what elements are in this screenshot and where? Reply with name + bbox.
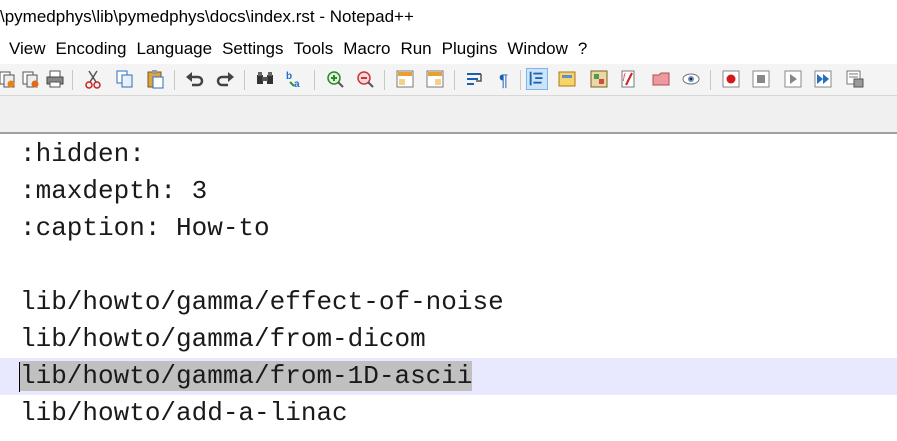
zoom-in-icon[interactable] <box>324 68 346 90</box>
menu-language[interactable]: Language <box>132 34 216 64</box>
sync-vertical-icon[interactable] <box>394 68 416 90</box>
window-title: \pymedphys\lib\pymedphys\docs\index.rst … <box>0 7 414 26</box>
menu-settings[interactable]: Settings <box>218 34 287 64</box>
monitoring-icon[interactable] <box>680 68 702 90</box>
editor-line[interactable]: lib/howto/gamma/effect-of-noise <box>0 284 897 321</box>
show-all-chars-icon[interactable]: ¶ <box>494 68 516 90</box>
svg-text:a: a <box>294 79 300 90</box>
sync-horizontal-icon[interactable] <box>424 68 446 90</box>
menu-bar: View Encoding Language Settings Tools Macro Ru… <box>0 34 897 64</box>
editor-line[interactable]: lib/howto/add-a-linac <box>0 395 897 432</box>
print-icon[interactable] <box>44 68 66 90</box>
user-language-icon[interactable] <box>556 68 578 90</box>
word-wrap-icon[interactable] <box>464 68 486 90</box>
menu-plugins[interactable]: Plugins <box>438 34 502 64</box>
editor-line[interactable]: lib/howto/gamma/from-dicom <box>0 321 897 358</box>
function-list-icon[interactable]: f <box>618 68 640 90</box>
paste-icon[interactable] <box>144 68 166 90</box>
editor-line[interactable]: :caption: How-to <box>0 210 897 247</box>
text-editor[interactable]: :hidden: :maxdepth: 3 :caption: How-to l… <box>0 134 897 441</box>
editor-current-line[interactable]: lib/howto/gamma/from-1D-ascii <box>0 358 897 395</box>
svg-text:b: b <box>286 71 292 82</box>
editor-line[interactable]: :hidden: <box>0 136 897 173</box>
menu-help[interactable]: ? <box>574 34 591 64</box>
find-icon[interactable] <box>254 68 276 90</box>
menu-run[interactable]: Run <box>396 34 435 64</box>
editor-line[interactable] <box>0 247 897 284</box>
indent-guide-icon[interactable] <box>526 68 548 90</box>
close-all-icon[interactable] <box>0 68 18 90</box>
run-macro-multiple-icon[interactable] <box>812 68 834 90</box>
menu-tools[interactable]: Tools <box>290 34 338 64</box>
document-map-icon[interactable] <box>588 68 610 90</box>
text-caret <box>19 362 20 392</box>
menu-view[interactable]: View <box>0 34 50 64</box>
text-selection[interactable]: lib/howto/gamma/from-1D-ascii <box>20 361 473 391</box>
copy-icon[interactable] <box>114 68 136 90</box>
zoom-out-icon[interactable] <box>354 68 376 90</box>
window-title-bar: \pymedphys\lib\pymedphys\docs\index.rst … <box>0 0 897 34</box>
record-macro-icon[interactable] <box>720 68 742 90</box>
svg-text:¶: ¶ <box>499 71 508 90</box>
folder-workspace-icon[interactable] <box>650 68 672 90</box>
undo-icon[interactable] <box>184 68 206 90</box>
save-macro-icon[interactable] <box>844 68 866 90</box>
editor-line[interactable]: :maxdepth: 3 <box>0 173 897 210</box>
tab-bar <box>0 96 897 134</box>
replace-icon[interactable]: ba <box>284 68 306 90</box>
play-macro-icon[interactable] <box>782 68 804 90</box>
menu-window[interactable]: Window <box>503 34 571 64</box>
stop-macro-icon[interactable] <box>750 68 772 90</box>
toolbar: ba ¶ f <box>0 64 897 96</box>
menu-encoding[interactable]: Encoding <box>52 34 131 64</box>
cut-icon[interactable] <box>82 68 104 90</box>
redo-icon[interactable] <box>214 68 236 90</box>
close-all-docs-icon[interactable] <box>20 68 42 90</box>
menu-macro[interactable]: Macro <box>339 34 394 64</box>
